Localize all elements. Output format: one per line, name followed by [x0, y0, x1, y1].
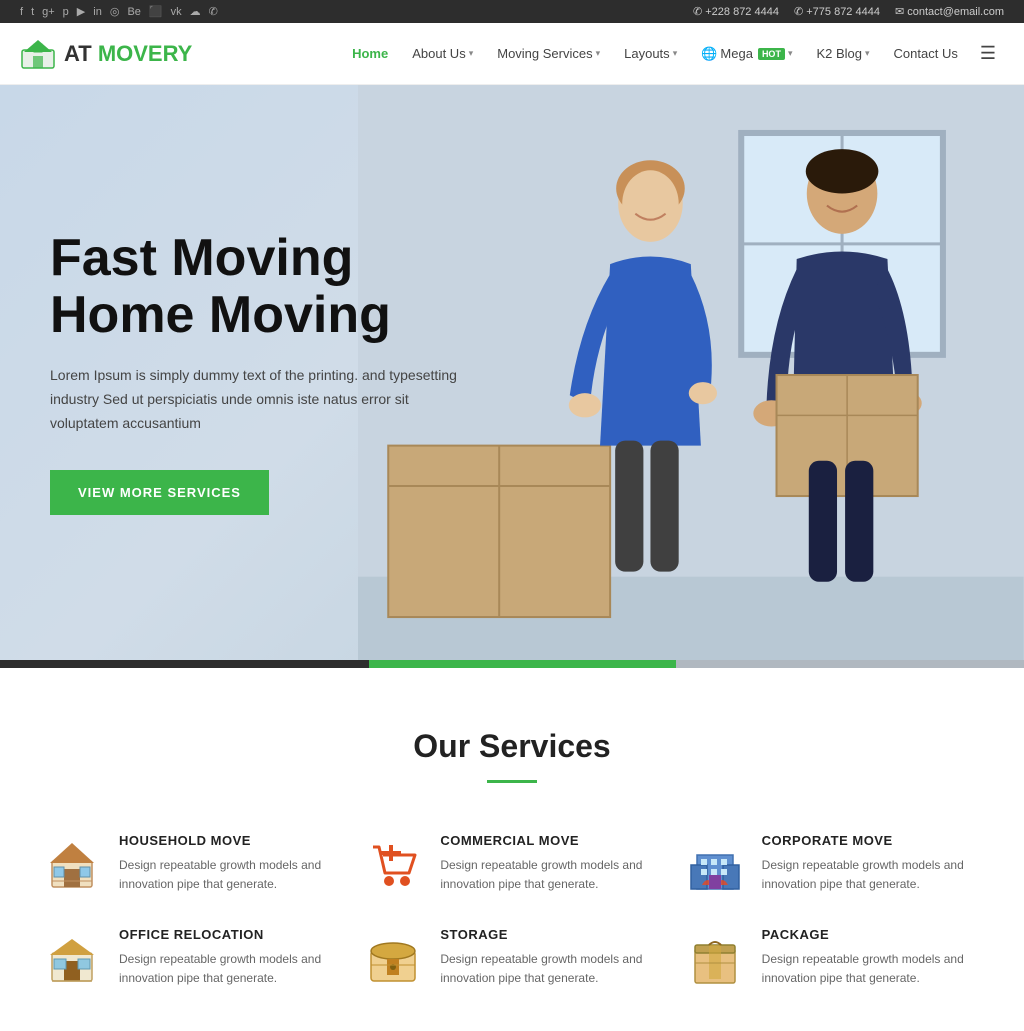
chevron-down-icon: ▾: [596, 48, 601, 59]
service-office: OFFICE RELOCATION Design repeatable grow…: [40, 927, 341, 991]
bar-dark: [0, 660, 369, 668]
household-icon-wrap: [40, 833, 104, 897]
hero-description: Lorem Ipsum is simply dummy text of the …: [50, 364, 462, 435]
storage-icon: [365, 931, 421, 987]
service-corporate: CORPORATE MOVE Design repeatable growth …: [683, 833, 984, 897]
behance-icon[interactable]: Be: [127, 6, 140, 18]
nav-home[interactable]: Home: [342, 38, 398, 69]
office-info: OFFICE RELOCATION Design repeatable grow…: [119, 927, 341, 988]
globe-icon: 🌐: [701, 46, 717, 62]
hero-title-line2: Home Moving: [50, 286, 391, 344]
office-name: OFFICE RELOCATION: [119, 927, 341, 942]
logo-svg-icon: [20, 36, 56, 72]
nav-k2blog[interactable]: K2 Blog ▾: [806, 38, 879, 69]
contact-info: ✆ +228 872 4444 ✆ +775 872 4444 ✉ contac…: [693, 5, 1004, 18]
chevron-down-icon: ▾: [469, 48, 474, 59]
commercial-name: COMMERCIAL MOVE: [440, 833, 662, 848]
services-section: Our Services HOUSEHOLD MOVE Design repea…: [0, 668, 1024, 1031]
office-icon: [44, 931, 100, 987]
linkedin-icon[interactable]: in: [93, 6, 102, 18]
nav-layouts[interactable]: Layouts ▾: [614, 38, 687, 69]
hero-progress-bars: [0, 660, 1024, 668]
hero-title-line1: Fast Moving: [50, 229, 353, 287]
commercial-icon: [365, 837, 421, 893]
nav-about[interactable]: About Us ▾: [402, 38, 483, 69]
bar-green: [369, 660, 676, 668]
youtube-icon[interactable]: ▶: [77, 5, 85, 18]
chevron-down-icon: ▾: [673, 48, 678, 59]
phone1-icon: ✆: [693, 6, 702, 18]
nav-contact[interactable]: Contact Us: [884, 38, 968, 69]
email-icon: ✉: [895, 6, 904, 18]
corporate-icon: [687, 837, 743, 893]
phone1-link[interactable]: ✆ +228 872 4444: [693, 5, 779, 18]
pinterest-icon[interactable]: p: [63, 6, 69, 18]
household-name: HOUSEHOLD MOVE: [119, 833, 341, 848]
hero-section: Fast Moving Home Moving Lorem Ipsum is s…: [0, 85, 1024, 660]
hero-content: Fast Moving Home Moving Lorem Ipsum is s…: [0, 190, 512, 556]
services-divider: [487, 780, 537, 783]
header: AT MOVERY Home About Us ▾ Moving Service…: [0, 23, 1024, 85]
view-more-services-button[interactable]: VIEW MORE SERVICES: [50, 470, 269, 515]
blackberry-icon[interactable]: ⬛: [149, 5, 163, 18]
services-grid: HOUSEHOLD MOVE Design repeatable growth …: [40, 833, 984, 991]
corporate-name: CORPORATE MOVE: [762, 833, 984, 848]
nav-moving-services[interactable]: Moving Services ▾: [487, 38, 610, 69]
package-name: PACKAGE: [762, 927, 984, 942]
household-info: HOUSEHOLD MOVE Design repeatable growth …: [119, 833, 341, 894]
service-storage: STORAGE Design repeatable growth models …: [361, 927, 662, 991]
facebook-icon[interactable]: f: [20, 6, 23, 18]
office-desc: Design repeatable growth models and inno…: [119, 950, 341, 988]
hamburger-menu-icon[interactable]: ☰: [972, 35, 1004, 72]
package-info: PACKAGE Design repeatable growth models …: [762, 927, 984, 988]
googleplus-icon[interactable]: g+: [42, 6, 55, 18]
vk-icon[interactable]: vk: [171, 6, 182, 18]
twitter-icon[interactable]: t: [31, 6, 34, 18]
phone2-link[interactable]: ✆ +775 872 4444: [794, 5, 880, 18]
logo-text: AT MOVERY: [64, 41, 192, 67]
package-desc: Design repeatable growth models and inno…: [762, 950, 984, 988]
chevron-down-icon: ▾: [788, 48, 793, 59]
corporate-icon-wrap: [683, 833, 747, 897]
social-icons: f t g+ p ▶ in ◎ Be ⬛ vk ☁ ✆: [20, 5, 218, 18]
service-household: HOUSEHOLD MOVE Design repeatable growth …: [40, 833, 341, 897]
skype-icon[interactable]: ☁: [190, 5, 201, 18]
main-nav: Home About Us ▾ Moving Services ▾ Layout…: [342, 35, 1004, 72]
bar-light: [676, 660, 1024, 668]
hot-badge: HOT: [758, 48, 785, 60]
logo-at: AT: [64, 41, 92, 66]
services-title: Our Services: [40, 728, 984, 765]
commercial-desc: Design repeatable growth models and inno…: [440, 856, 662, 894]
storage-desc: Design repeatable growth models and inno…: [440, 950, 662, 988]
chevron-down-icon: ▾: [865, 48, 870, 59]
whatsapp-icon[interactable]: ✆: [209, 5, 218, 18]
email-link[interactable]: ✉ contact@email.com: [895, 5, 1004, 18]
commercial-icon-wrap: [361, 833, 425, 897]
top-bar: f t g+ p ▶ in ◎ Be ⬛ vk ☁ ✆ ✆ +228 872 4…: [0, 0, 1024, 23]
household-icon: [44, 837, 100, 893]
nav-mega[interactable]: 🌐 Mega HOT ▾: [691, 38, 802, 70]
corporate-desc: Design repeatable growth models and inno…: [762, 856, 984, 894]
storage-name: STORAGE: [440, 927, 662, 942]
corporate-info: CORPORATE MOVE Design repeatable growth …: [762, 833, 984, 894]
instagram-icon[interactable]: ◎: [110, 5, 120, 18]
logo-name: MOVERY: [92, 41, 193, 66]
storage-info: STORAGE Design repeatable growth models …: [440, 927, 662, 988]
logo[interactable]: AT MOVERY: [20, 36, 192, 72]
hero-title: Fast Moving Home Moving: [50, 230, 462, 344]
package-icon: [687, 931, 743, 987]
office-icon-wrap: [40, 927, 104, 991]
phone2-icon: ✆: [794, 6, 803, 18]
household-desc: Design repeatable growth models and inno…: [119, 856, 341, 894]
storage-icon-wrap: [361, 927, 425, 991]
service-package: PACKAGE Design repeatable growth models …: [683, 927, 984, 991]
package-icon-wrap: [683, 927, 747, 991]
service-commercial: COMMERCIAL MOVE Design repeatable growth…: [361, 833, 662, 897]
commercial-info: COMMERCIAL MOVE Design repeatable growth…: [440, 833, 662, 894]
